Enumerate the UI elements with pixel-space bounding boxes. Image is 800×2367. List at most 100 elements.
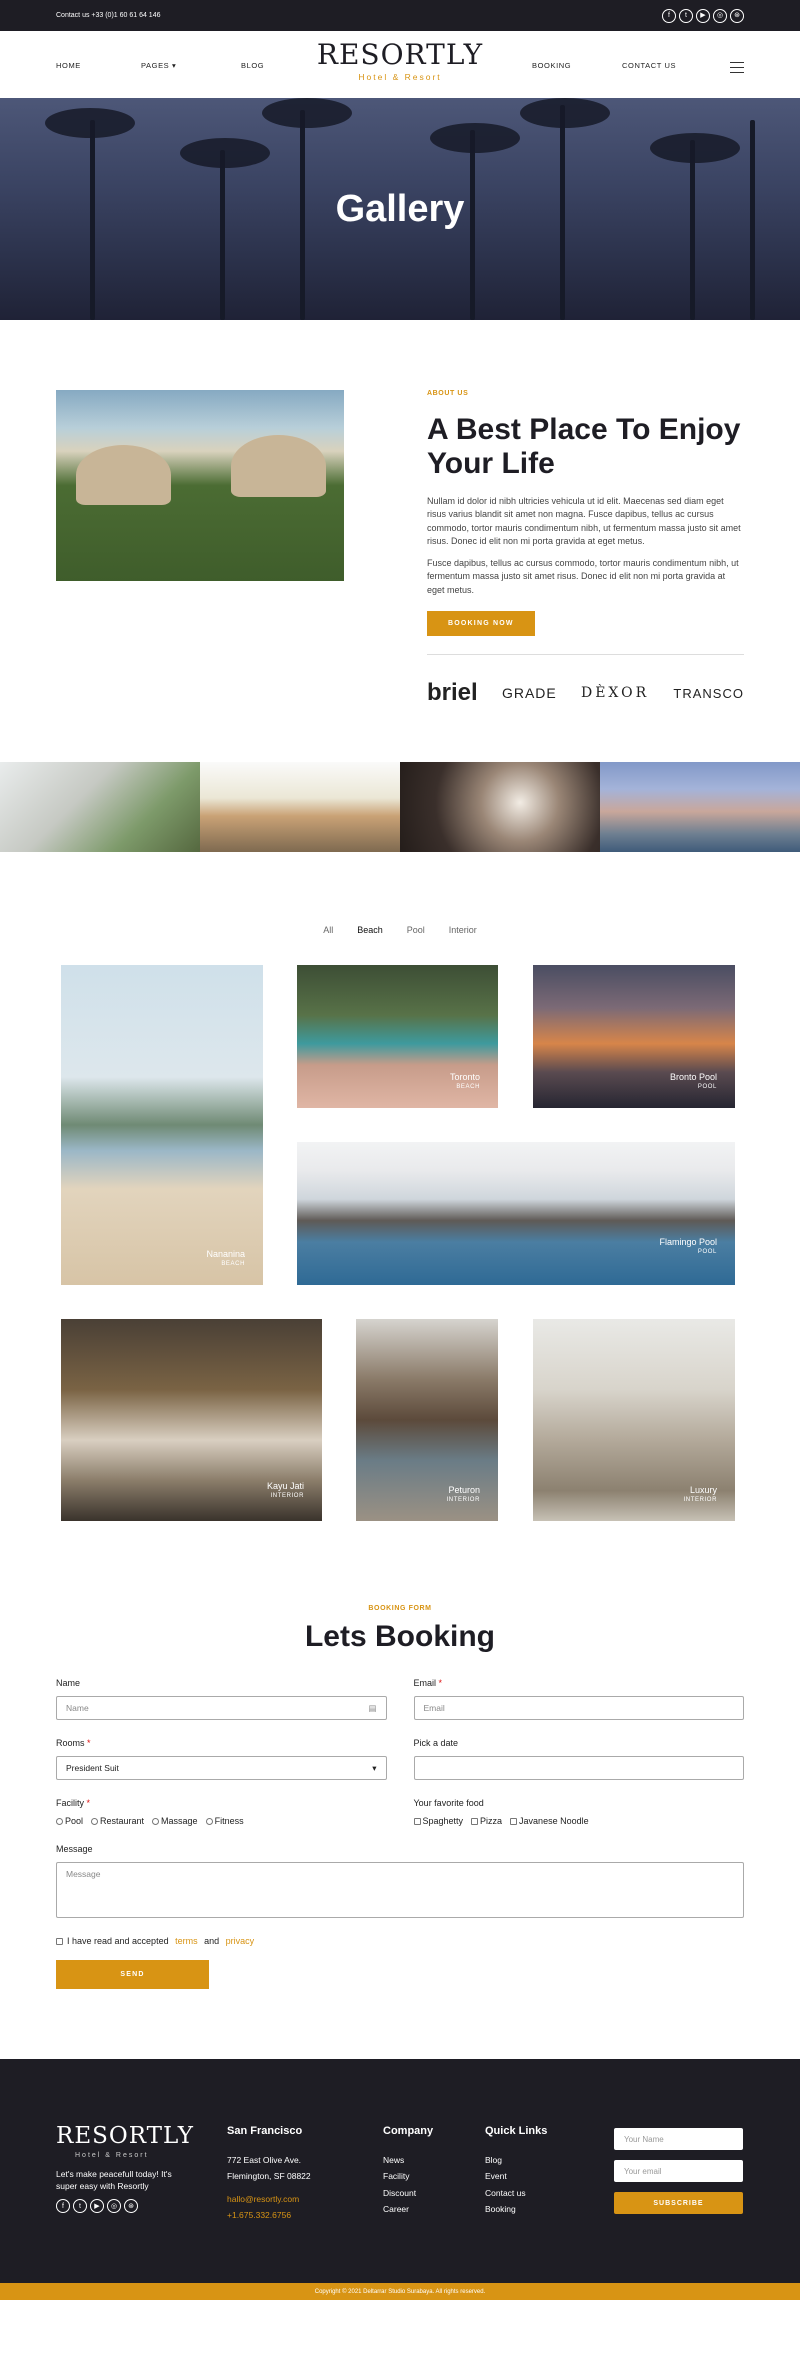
dribbble-icon[interactable]: ⊛ [730,8,744,23]
site-logo[interactable]: RESORTLY Hotel & Resort [0,38,800,83]
footer-brand: RESORTLY Hotel & Resort Let's make peace… [56,2125,227,2226]
gallery-item[interactable]: Flamingo Pool POOL [297,1142,735,1286]
footer: RESORTLY Hotel & Resort Let's make peace… [0,2059,800,2284]
footer-tagline: Let's make peacefull today! It's super e… [56,2169,172,2192]
booking-eyebrow: BOOKING FORM [368,1605,432,1613]
gallery-item-title: Toronto [449,1072,480,1083]
strip-photo [200,762,400,853]
gallery-item[interactable]: Luxury INTERIOR [533,1319,735,1522]
rooms-label: Rooms * [56,1738,91,1749]
facebook-icon[interactable]: f [56,2199,70,2214]
footer-company: Company News Facility Discount Career [383,2125,485,2226]
facility-label: Facility * [56,1798,91,1809]
message-field[interactable]: Message [56,1862,744,1919]
instagram-icon[interactable]: ◎ [107,2199,121,2214]
brand-logo: briel [427,679,478,707]
name-field[interactable]: Name ▤ [56,1696,387,1721]
brand-logo: TRANSCO [673,685,744,701]
hero-banner: Gallery [0,98,800,320]
privacy-link[interactable]: privacy [226,1936,255,1946]
footer-link[interactable]: Contact us [485,2188,614,2198]
gallery-item[interactable]: Toronto BEACH [297,965,498,1109]
chevron-down-icon: ▾ [372,1762,377,1773]
youtube-icon[interactable]: ▶ [90,2199,104,2214]
email-field[interactable]: Email [413,1696,744,1721]
copyright-text: Copyright © 2021 Deltarrar Studio Suraba… [314,2288,486,2295]
facility-option-fitness[interactable]: Fitness [205,1816,244,1826]
send-button[interactable]: SEND [56,1960,209,1990]
facility-option-pool[interactable]: Pool [56,1816,83,1826]
agree-checkbox[interactable] [56,1937,63,1945]
brand-logo: GRADE [501,685,557,702]
gallery-item-tag: BEACH [456,1084,480,1091]
filter-pool[interactable]: Pool [407,925,425,935]
footer-logo[interactable]: RESORTLY [56,2125,227,2148]
gallery-item[interactable]: Kayu Jati INTERIOR [61,1319,322,1522]
rooms-select[interactable]: President Suit ▾ [56,1756,387,1781]
footer-phone[interactable]: +1.675.332.6756 [227,2210,383,2220]
footer-email[interactable]: hallo@resortly.com [227,2194,383,2204]
footer-link[interactable]: Booking [485,2204,614,2214]
message-label: Message [56,1844,93,1855]
footer-link[interactable]: Blog [485,2155,614,2165]
agree-checkbox-row: I have read and accepted terms and priva… [56,1936,744,1946]
photo-strip [0,762,800,853]
logo-subtitle: Hotel & Resort [358,72,442,82]
food-option-pizza[interactable]: Pizza [471,1816,502,1826]
gallery-item-title: Flamingo Pool [659,1237,717,1248]
footer-logo-subtitle: Hotel & Resort [75,2152,149,2160]
newsletter-email-input[interactable]: Your email [614,2160,743,2183]
strip-photo [0,762,200,853]
social-icons: f t ▶ ◎ ⊛ [662,8,744,23]
nav-booking[interactable]: BOOKING [532,61,571,70]
filter-all[interactable]: All [323,925,333,935]
twitter-icon[interactable]: t [73,2199,87,2214]
booking-title: Lets Booking [304,1620,495,1654]
facility-option-massage[interactable]: Massage [152,1816,198,1826]
footer-link[interactable]: Career [383,2204,485,2214]
quick-links-title: Quick Links [485,2125,548,2138]
youtube-icon[interactable]: ▶ [696,8,710,23]
resort-aerial-image [56,390,344,581]
name-placeholder: Name [66,1703,89,1714]
nav-contact[interactable]: CONTACT US [622,61,676,70]
filter-beach[interactable]: Beach [357,925,383,935]
gallery-item-tag: POOL [697,1084,717,1091]
gallery-grid: Nananina BEACH Toronto BEACH Bronto Pool PO… [0,965,800,1545]
page-title: Gallery [335,187,465,230]
footer-link[interactable]: Event [485,2171,614,2181]
newsletter-name-input[interactable]: Your Name [614,2128,743,2151]
food-option-spaghetty[interactable]: Spaghetty [413,1816,463,1826]
subscribe-button[interactable]: SUBSCRIBE [614,2192,743,2215]
main-nav: HOME PAGES ▾ BLOG RESORTLY Hotel & Resor… [0,31,800,98]
about-section: ABOUT US A Best Place To Enjoy Your Life… [0,320,800,747]
instagram-icon[interactable]: ◎ [713,8,727,23]
booking-now-button[interactable]: BOOKING NOW [427,611,535,637]
terms-link[interactable]: terms [175,1936,198,1946]
logo-wordmark: RESORTLY [316,38,484,71]
brand-logo: DÈXOR [580,685,650,702]
gallery-item[interactable]: Bronto Pool POOL [533,965,735,1109]
facebook-icon[interactable]: f [662,8,676,23]
date-field[interactable] [413,1756,744,1781]
filter-interior[interactable]: Interior [449,925,477,935]
gallery-item[interactable]: Peturon INTERIOR [356,1319,498,1522]
message-placeholder: Message [66,1869,101,1880]
footer-link[interactable]: Facility [383,2171,485,2181]
dribbble-icon[interactable]: ⊛ [124,2199,138,2214]
footer-link[interactable]: News [383,2155,485,2165]
contact-info: Contact us +33 (0)1 60 61 64 146 [56,12,161,19]
name-label: Name [56,1678,81,1689]
food-option-noodle[interactable]: Javanese Noodle [510,1816,589,1826]
gallery-filters: All Beach Pool Interior [0,925,800,935]
twitter-icon[interactable]: t [679,8,693,23]
email-label: Email * [413,1678,443,1689]
footer-link[interactable]: Discount [383,2188,485,2198]
strip-photo [600,762,800,853]
copyright-bar: Copyright © 2021 Deltarrar Studio Suraba… [0,2283,800,2301]
gallery-item[interactable]: Nananina BEACH [61,965,263,1286]
gallery-item-title: Bronto Pool [669,1072,717,1083]
facility-option-restaurant[interactable]: Restaurant [91,1816,144,1826]
gallery-item-tag: POOL [697,1249,717,1256]
hamburger-menu-icon[interactable] [730,62,744,77]
